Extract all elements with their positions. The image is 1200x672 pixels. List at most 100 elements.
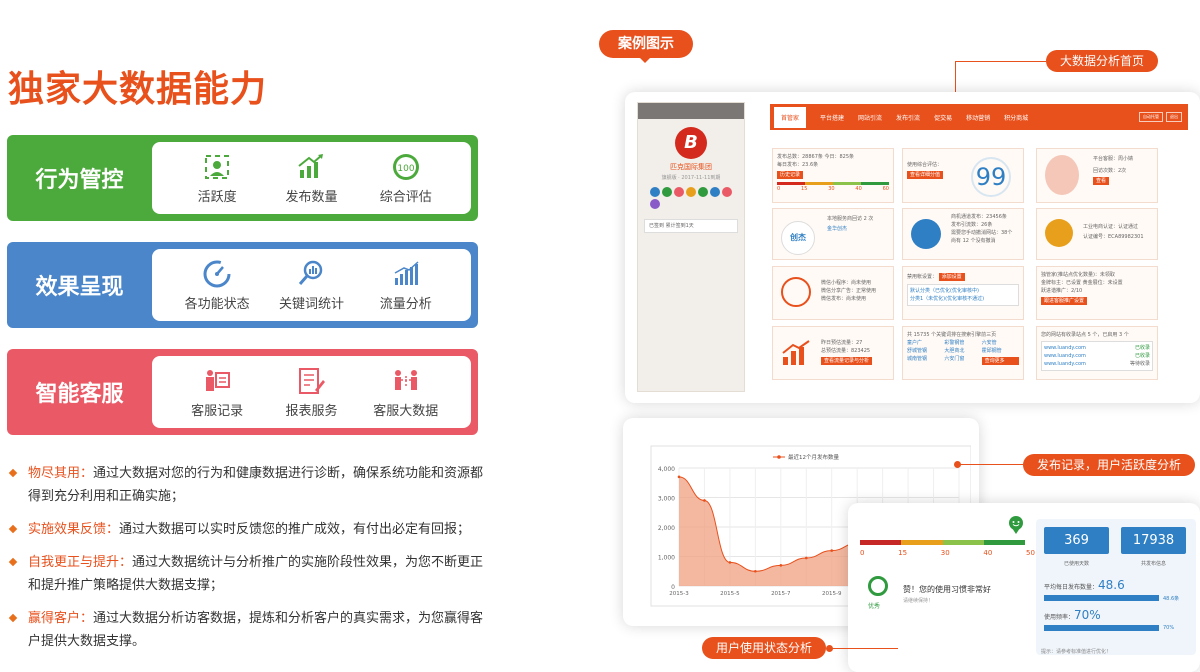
- x-tick-label: 2015-3: [669, 591, 689, 597]
- nav-item[interactable]: 移动营销: [966, 113, 990, 122]
- app-icon[interactable]: [710, 187, 720, 197]
- card-label: 智能客服: [35, 382, 124, 407]
- feature-activity: 活跃度: [174, 152, 260, 205]
- sidebar: B 匹克国际集团 旗舰版 · 2017-11-11到期 已签到 累计签到1天: [637, 102, 745, 392]
- excellent-badge-icon: [868, 576, 888, 596]
- traffic-record-button[interactable]: 查看流量记录与分析: [821, 357, 873, 365]
- keyword-link[interactable]: 大胆商北: [944, 347, 981, 355]
- nav-item[interactable]: 促交易: [934, 113, 952, 122]
- list-item: www.luandy.com 已收录: [1044, 345, 1150, 351]
- legend-label: 最近12个月发布数量: [788, 453, 839, 461]
- data-point: [779, 564, 783, 567]
- keyword-grid: 童户广 彩警钢管 六安管 舒城管钢 大胆商北 霍邱钢管 城南管钢 六安门窗 查询…: [907, 339, 1019, 365]
- promo-line: 跃进谐推广：2/10: [1041, 288, 1083, 294]
- feature-label: 客服记录: [191, 403, 244, 419]
- used-days-value: 369: [1044, 527, 1109, 554]
- keyword-link[interactable]: 彩警钢管: [944, 339, 981, 347]
- usage-stats-panel: 0 15 30 40 50 优秀 赞！您的使用习惯非常好 请继续保持！ 369 已使用天…: [848, 503, 1200, 672]
- stats-summary: 369 已使用天数 17938 共发布信息 平均每日发布数量：48.6 48.6…: [1036, 519, 1196, 655]
- app-icon[interactable]: [662, 187, 672, 197]
- card-label: 效果呈现: [35, 275, 124, 300]
- list-item: 实施效果反馈：通过大数据可以实时反馈您的推广成效，有付出必定有回报；: [8, 518, 488, 541]
- manager-name: 平台客服：周小婧: [1093, 156, 1134, 162]
- usage-detail-button[interactable]: 查看详细分值: [907, 171, 944, 179]
- app-icon[interactable]: [722, 187, 732, 197]
- smile-pin-icon: [1009, 516, 1023, 534]
- app-icon[interactable]: [650, 199, 660, 209]
- nav-item[interactable]: 平台搭建: [820, 113, 844, 122]
- app-icon[interactable]: [650, 187, 660, 197]
- gauge-icon: [203, 260, 231, 287]
- app-icon[interactable]: [674, 187, 684, 197]
- feature-label: 报表服务: [285, 403, 338, 419]
- auto-host-button[interactable]: 自动托管: [1139, 112, 1163, 122]
- app-icon[interactable]: [686, 187, 696, 197]
- website-line: 需要您手动撤消网站：38个: [951, 230, 1013, 236]
- bullet-title: 自我更正与提升：: [28, 555, 133, 570]
- app-icon[interactable]: [698, 187, 708, 197]
- sign-in-status[interactable]: 已签到 累计签到1天: [644, 219, 738, 233]
- bullet-text: 通过大数据对您的行为和健康数据进行诊断，确保系统功能和资源都得到充分利用和正确实…: [28, 466, 484, 504]
- total-posts-value: 17938: [1121, 527, 1186, 554]
- avg-row: 平均每日发布数量：48.6: [1044, 578, 1125, 592]
- add-setting-button[interactable]: 添加设置: [938, 273, 965, 281]
- list-item: 分类1（未优化)(优化审核不通过): [910, 296, 985, 302]
- keyword-link[interactable]: 城南管钢: [907, 355, 944, 365]
- seo-list: www.luandy.com 已收录 www.luandy.com 已收录 www.…: [1041, 341, 1153, 371]
- promo-setting-button[interactable]: 跟进客服推广设置: [1041, 297, 1088, 305]
- x-tick-label: 2015-7: [771, 591, 791, 597]
- list-item: www.luandy.com 已收录: [1044, 353, 1150, 359]
- feature-publish-count: 发布数量: [268, 152, 354, 205]
- usage-ticks: 0 15 30 40 50: [860, 549, 1035, 557]
- people-network-icon: [394, 369, 417, 390]
- feature-label: 关键词统计: [278, 296, 344, 312]
- data-point: [677, 475, 681, 479]
- callout-line: [828, 648, 898, 649]
- freq-row: 使用频率：70%: [1044, 608, 1101, 622]
- query-more-button[interactable]: 查询更多: [981, 357, 1019, 365]
- used-days-label: 已使用天数: [1063, 561, 1089, 567]
- keyword-link[interactable]: 童户广: [907, 339, 944, 347]
- feature-label: 综合评估: [379, 189, 432, 205]
- keyword-link[interactable]: 舒城管钢: [907, 347, 944, 355]
- top-nav: 首管家 平台搭建 网站引流 发布引流 促交易 移动营销 积分商城 自动托管 退出: [770, 104, 1188, 130]
- keyword-link[interactable]: 霍邱钢管: [982, 347, 1019, 355]
- bar-growth-icon: [298, 153, 324, 178]
- page: 独家大数据能力 行为管控 活跃度 发布数量 100 综合评估 效果呈现 各功能状…: [0, 0, 1200, 672]
- data-point: [754, 569, 757, 573]
- seo-box: 您的网站有收录站点 5 个，已启用 3 个 www.luandy.com 已收录 …: [1036, 326, 1158, 380]
- keyword-link[interactable]: 六安门窗: [944, 355, 981, 365]
- list-item: 自我更正与提升：通过大数据统计与分析推广的实施阶段性效果，为您不断更正和提升推广…: [8, 551, 488, 597]
- nav-item[interactable]: 网站引流: [858, 113, 882, 122]
- score-badge: 100: [397, 164, 414, 174]
- bullet-title: 物尽其用：: [28, 466, 94, 481]
- praise-message: 赞！您的使用习惯非常好: [903, 585, 991, 594]
- history-button[interactable]: 历史记录: [777, 171, 804, 179]
- traffic-bars-icon: [394, 260, 419, 285]
- dashboard-screenshot: B 匹克国际集团 旗舰版 · 2017-11-11到期 已签到 累计签到1天 首…: [625, 92, 1200, 403]
- traffic-chart-icon: [782, 340, 810, 365]
- cert-badge-icon: [1045, 219, 1073, 247]
- website-line: 尚有 12 个没有撤消: [951, 238, 996, 244]
- feature-service-record: 客服记录: [174, 366, 260, 419]
- service-visits: 本地服务商回访 2 次: [827, 216, 874, 222]
- traffic-box: 昨日预估流量：27 总预估流量：823425 查看流量记录与分析: [772, 326, 894, 380]
- keyword-link[interactable]: 六安管: [982, 339, 1019, 347]
- view-button[interactable]: 查看: [1093, 177, 1110, 185]
- nav-item[interactable]: 积分商城: [1004, 113, 1028, 122]
- page-title: 独家大数据能力: [8, 69, 268, 110]
- logout-button[interactable]: 退出: [1166, 112, 1182, 122]
- feature-function-status: 各功能状态: [174, 259, 260, 312]
- nav-item[interactable]: 发布引流: [896, 113, 920, 122]
- nav-right: 自动托管 退出: [1139, 112, 1182, 122]
- praise-sub: 请继续保持！: [903, 598, 934, 604]
- feature-keyword-stats: 关键词统计: [268, 259, 354, 312]
- wechat-icon: [781, 277, 811, 307]
- website-line: 商机通道发布：23456条: [951, 214, 1007, 220]
- y-tick-label: 0: [671, 584, 675, 591]
- legend-marker: [777, 455, 781, 459]
- data-point: [830, 549, 834, 552]
- usage-meter: [860, 540, 1025, 545]
- nav-item[interactable]: 首管家: [774, 106, 807, 128]
- feature-overall-eval: 100 综合评估: [363, 152, 449, 205]
